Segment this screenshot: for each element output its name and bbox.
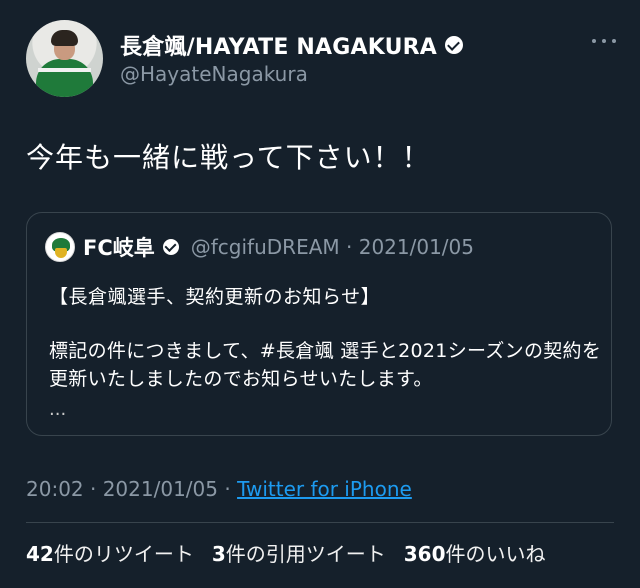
club-logo-icon (45, 232, 75, 262)
tweet-source-link[interactable]: Twitter for iPhone (237, 477, 412, 501)
tweet-stats: 42件のリツイート 3件の引用ツイート 360件のいいね (26, 538, 546, 567)
quoted-header: FC岐阜 @fcgifuDREAM · 2021/01/05 (45, 232, 474, 262)
author-handle[interactable]: @HayateNagakura (120, 62, 308, 86)
likes-label: 件のいいね (445, 542, 546, 566)
quoted-body: 標記の件につきまして、#長倉颯 選手と2021シーズンの契約を更新いたしましたの… (49, 340, 602, 390)
quoted-ellipsis: ... (49, 399, 67, 420)
author-avatar[interactable] (26, 20, 103, 97)
quotes-label: 件の引用ツイート (225, 542, 386, 566)
verified-badge-icon (162, 239, 179, 255)
more-dot (602, 39, 606, 43)
author-name[interactable]: 長倉颯/HAYATE NAGAKURA (120, 29, 437, 61)
more-dot (592, 39, 596, 43)
retweets-stat[interactable]: 42件のリツイート (26, 538, 194, 567)
verified-badge-icon (445, 36, 464, 54)
tweet-header: 長倉颯/HAYATE NAGAKURA @HayateNagakura (26, 20, 620, 100)
avatar-stripe (38, 68, 91, 72)
quotes-count: 3 (211, 542, 226, 566)
logo-crest (55, 248, 67, 258)
tweet-meta: 20:02 · 2021/01/05 · Twitter for iPhone (26, 477, 412, 501)
quoted-author-name: FC岐阜 (83, 236, 155, 260)
retweets-label: 件のリツイート (53, 542, 194, 566)
more-dot (612, 39, 616, 43)
more-horizontal-icon[interactable] (592, 36, 616, 46)
quoted-handle-date: @fcgifuDREAM · 2021/01/05 (190, 235, 474, 259)
quoted-title: 【長倉颯選手、契約更新のお知らせ】 (49, 286, 381, 308)
likes-count: 360 (403, 542, 446, 566)
avatar-shirt (36, 59, 93, 97)
retweets-count: 42 (26, 542, 54, 566)
likes-stat[interactable]: 360件のいいね (404, 538, 546, 567)
divider (26, 522, 614, 523)
tweet-timestamp[interactable]: 20:02 · 2021/01/05 · (26, 477, 237, 501)
tweet-text: 今年も一緒に戦って下さい！！ (26, 141, 431, 174)
author-name-row: 長倉颯/HAYATE NAGAKURA (120, 29, 464, 61)
quoted-tweet[interactable]: FC岐阜 @fcgifuDREAM · 2021/01/05 【長倉颯選手、契約… (26, 212, 612, 436)
quotes-stat[interactable]: 3件の引用ツイート (212, 538, 386, 567)
avatar-hair (51, 30, 78, 46)
